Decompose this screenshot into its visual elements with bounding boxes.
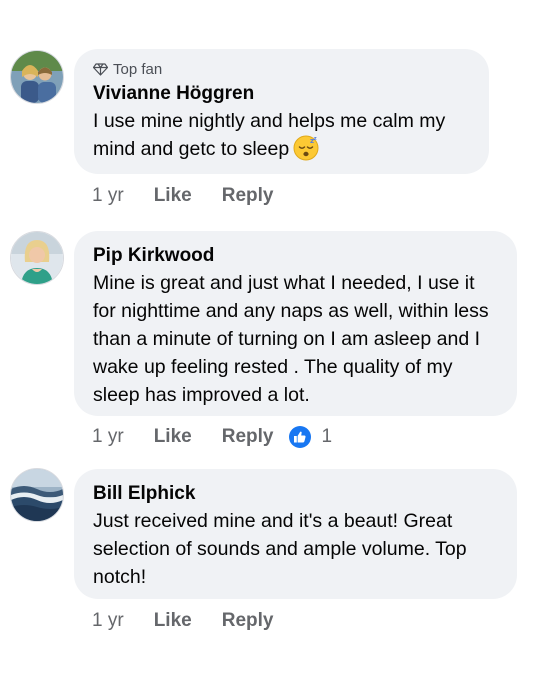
reaction-count: 1 xyxy=(321,426,333,447)
comment-bubble: Pip Kirkwood Mine is great and just what… xyxy=(74,231,517,416)
timestamp[interactable]: 1 yr xyxy=(92,610,124,632)
like-reaction-icon xyxy=(289,426,312,448)
reactions[interactable]: 1 xyxy=(289,426,332,448)
comment-text: Mine is great and just what I needed, I … xyxy=(93,272,489,406)
svg-text:z: z xyxy=(314,136,317,142)
diamond-icon xyxy=(93,63,108,76)
avatar[interactable] xyxy=(10,50,64,104)
comment-text: Just received mine and it's a beaut! Gre… xyxy=(93,510,467,588)
reply-button[interactable]: Reply xyxy=(222,426,274,448)
commenter-name[interactable]: Vivianne Höggren xyxy=(93,81,469,107)
comment-actions: 1 yr Like Reply xyxy=(92,185,303,207)
commenter-name[interactable]: Bill Elphick xyxy=(93,481,497,507)
comment-text-body: I use mine nightly and helps me calm my … xyxy=(93,110,446,160)
timestamp[interactable]: 1 yr xyxy=(92,426,124,448)
comment-text: I use mine nightly and helps me calm my … xyxy=(93,107,469,169)
timestamp[interactable]: 1 yr xyxy=(92,185,124,207)
like-button[interactable]: Like xyxy=(154,185,192,207)
like-button[interactable]: Like xyxy=(154,610,192,632)
reply-button[interactable]: Reply xyxy=(222,610,274,632)
comment-actions: 1 yr Like Reply 1 xyxy=(92,426,332,448)
like-button[interactable]: Like xyxy=(154,426,192,448)
comment-bubble: Top fan Vivianne Höggren I use mine nigh… xyxy=(74,49,489,174)
top-fan-badge[interactable]: Top fan xyxy=(93,61,469,78)
sleeping-face-emoji: z z xyxy=(293,135,319,169)
comment-actions: 1 yr Like Reply xyxy=(92,610,303,632)
comment-bubble: Bill Elphick Just received mine and it's… xyxy=(74,469,517,599)
commenter-name[interactable]: Pip Kirkwood xyxy=(93,243,497,269)
avatar[interactable] xyxy=(10,468,64,522)
badge-label: Top fan xyxy=(113,61,163,78)
avatar[interactable] xyxy=(10,231,64,285)
reply-button[interactable]: Reply xyxy=(222,185,274,207)
